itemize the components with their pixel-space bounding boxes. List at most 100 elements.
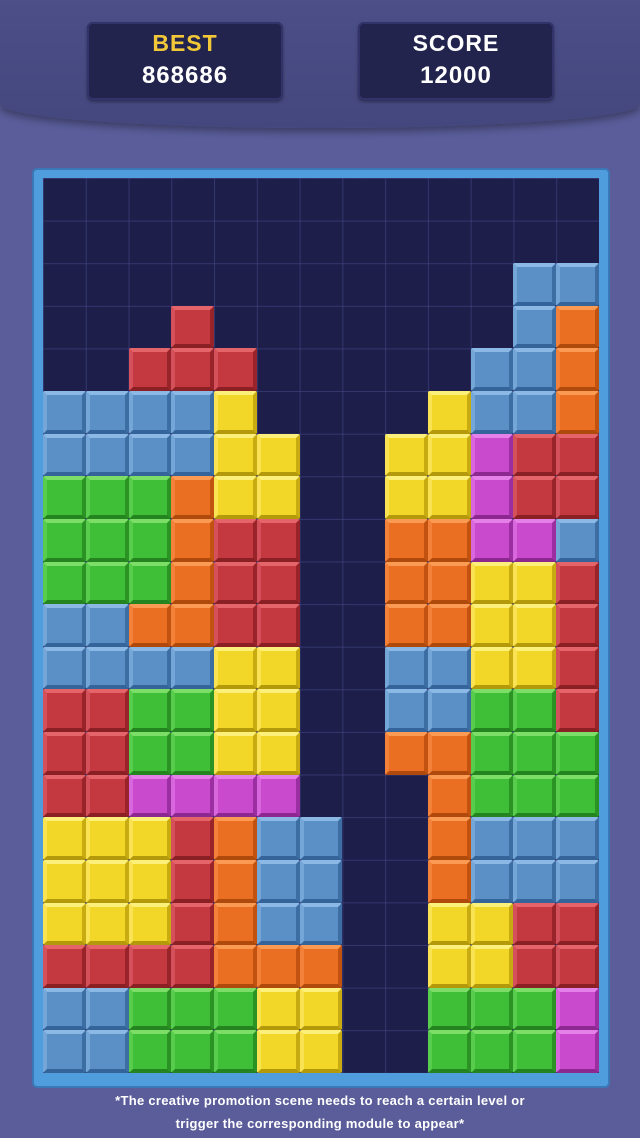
block-blue xyxy=(513,305,557,349)
block-blue xyxy=(556,518,599,562)
block-blue xyxy=(85,391,129,434)
block-red xyxy=(214,348,257,392)
block-orange xyxy=(427,561,471,605)
block-red xyxy=(43,774,86,818)
block-yellow xyxy=(85,817,129,860)
block-red xyxy=(513,476,557,519)
block-blue xyxy=(171,391,215,434)
block-green xyxy=(43,561,86,605)
block-yellow xyxy=(214,391,257,434)
block-yellow xyxy=(256,433,300,477)
block-yellow xyxy=(214,689,257,733)
block-red xyxy=(256,561,300,605)
block-purple xyxy=(256,774,300,818)
game-board[interactable] xyxy=(43,178,599,1073)
block-red xyxy=(556,646,599,690)
block-blue xyxy=(513,391,557,434)
block-red xyxy=(513,945,557,988)
block-red xyxy=(171,859,215,903)
block-green xyxy=(128,518,172,562)
block-blue xyxy=(385,646,428,690)
block-yellow xyxy=(85,859,129,903)
block-yellow xyxy=(385,433,428,477)
block-yellow xyxy=(427,945,471,988)
block-yellow xyxy=(427,433,471,477)
block-orange xyxy=(427,817,471,860)
block-red xyxy=(128,348,172,392)
block-green xyxy=(128,987,172,1031)
block-yellow xyxy=(43,902,86,946)
block-orange xyxy=(385,604,428,647)
block-blue xyxy=(513,859,557,903)
block-green xyxy=(513,987,557,1031)
block-red xyxy=(556,561,599,605)
block-yellow xyxy=(256,476,300,519)
block-yellow xyxy=(470,945,514,988)
block-green xyxy=(128,689,172,733)
block-blue xyxy=(513,348,557,392)
block-red xyxy=(556,433,599,477)
block-yellow xyxy=(214,646,257,690)
block-red xyxy=(85,945,129,988)
block-green xyxy=(85,518,129,562)
block-blue xyxy=(299,817,343,860)
block-red xyxy=(171,902,215,946)
block-blue xyxy=(43,987,86,1031)
block-orange xyxy=(256,945,300,988)
score-label: SCORE xyxy=(412,30,500,56)
block-blue xyxy=(43,391,86,434)
block-yellow xyxy=(128,902,172,946)
disclaimer-line-1: *The creative promotion scene needs to r… xyxy=(115,1093,525,1108)
block-blue xyxy=(43,1030,86,1073)
block-blue xyxy=(299,902,343,946)
block-red xyxy=(85,689,129,733)
block-orange xyxy=(556,348,599,392)
block-green xyxy=(470,987,514,1031)
block-green xyxy=(513,1030,557,1073)
current-score-panel: SCORE 12000 xyxy=(358,22,554,100)
block-blue xyxy=(470,348,514,392)
block-green xyxy=(171,732,215,775)
block-red xyxy=(171,348,215,392)
block-blue xyxy=(513,817,557,860)
block-green xyxy=(556,774,599,818)
block-blue xyxy=(470,391,514,434)
block-blue xyxy=(43,433,86,477)
block-green xyxy=(513,689,557,733)
block-yellow xyxy=(214,433,257,477)
block-yellow xyxy=(128,859,172,903)
block-yellow xyxy=(214,732,257,775)
block-red xyxy=(171,305,215,349)
block-blue xyxy=(256,902,300,946)
disclaimer-line-2: trigger the corresponding module to appe… xyxy=(175,1116,465,1131)
block-yellow xyxy=(85,902,129,946)
block-green xyxy=(214,1030,257,1073)
block-green xyxy=(128,732,172,775)
block-orange xyxy=(171,604,215,647)
block-orange xyxy=(171,561,215,605)
block-purple xyxy=(556,1030,599,1073)
block-orange xyxy=(385,732,428,775)
block-red xyxy=(214,561,257,605)
block-red xyxy=(556,476,599,519)
best-label: BEST xyxy=(152,30,218,56)
block-blue xyxy=(256,817,300,860)
block-purple xyxy=(171,774,215,818)
block-red xyxy=(128,945,172,988)
block-purple xyxy=(214,774,257,818)
block-blue xyxy=(171,433,215,477)
block-orange xyxy=(128,604,172,647)
block-blue xyxy=(470,817,514,860)
block-green xyxy=(85,476,129,519)
block-green xyxy=(427,987,471,1031)
block-red xyxy=(256,604,300,647)
block-orange xyxy=(299,945,343,988)
block-purple xyxy=(470,518,514,562)
block-red xyxy=(513,433,557,477)
block-blue xyxy=(556,859,599,903)
header-bar: BEST 868686 SCORE 12000 xyxy=(0,0,640,128)
block-green xyxy=(128,476,172,519)
block-green xyxy=(214,987,257,1031)
block-blue xyxy=(128,646,172,690)
block-purple xyxy=(470,476,514,519)
